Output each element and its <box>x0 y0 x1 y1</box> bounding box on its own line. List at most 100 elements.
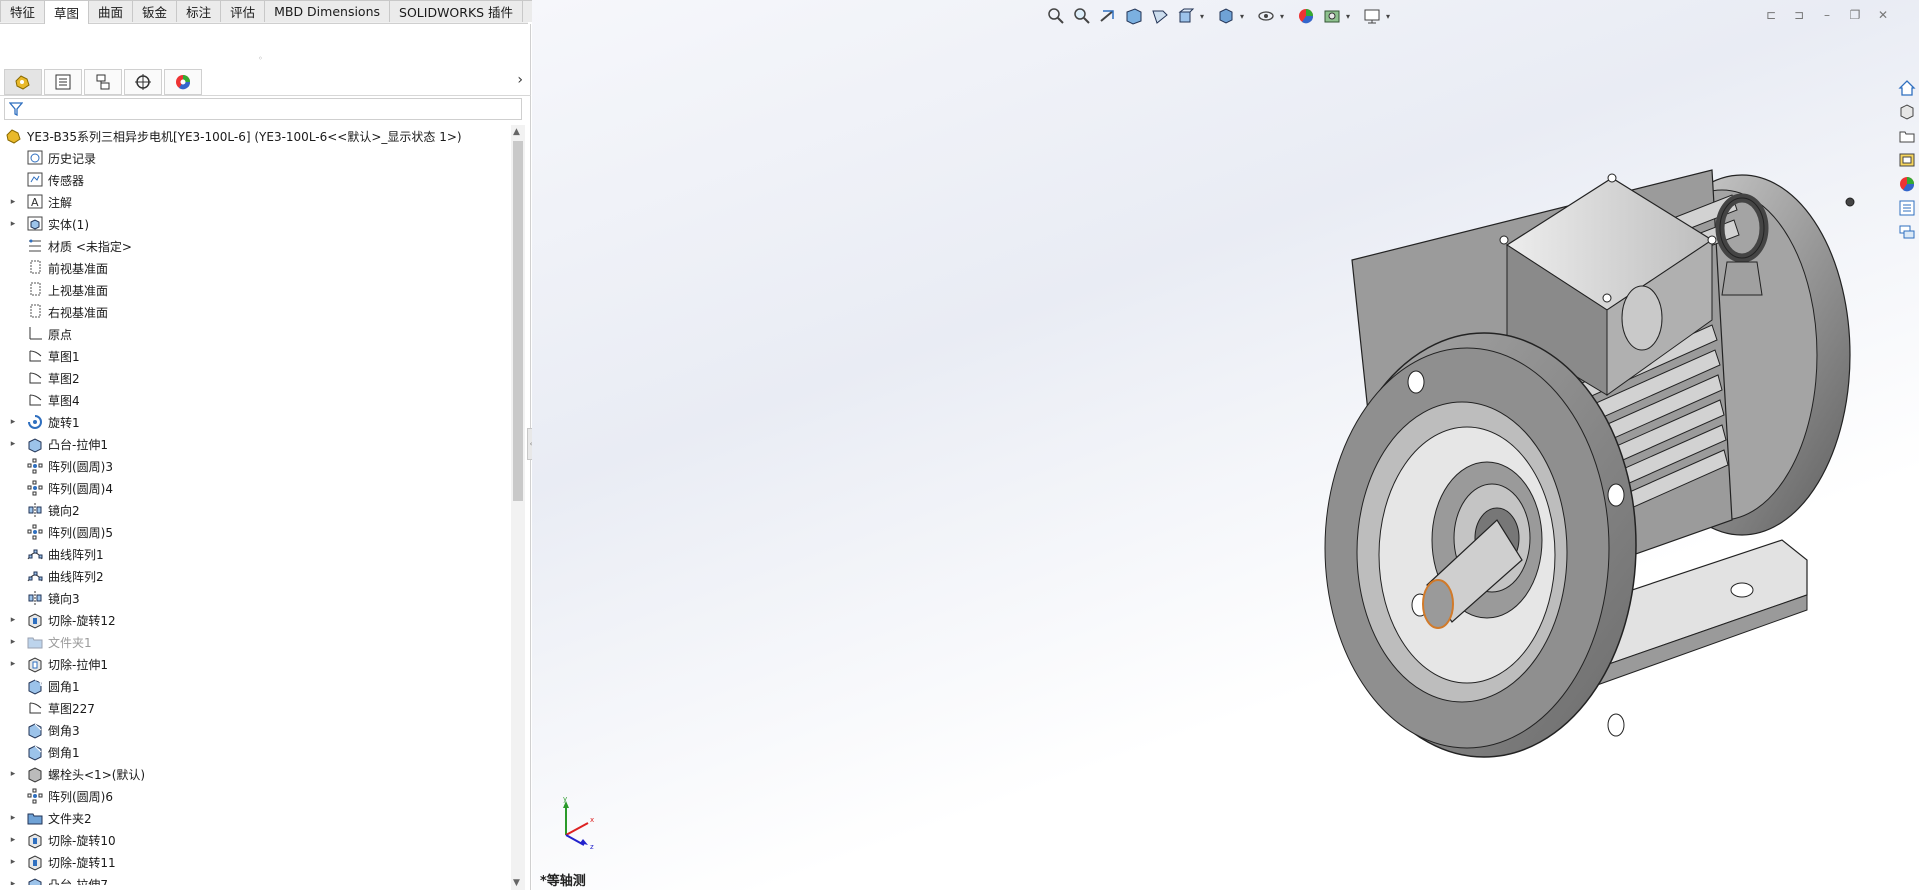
tree-item[interactable]: 阵列(圆周)6 <box>0 785 512 807</box>
tree-item[interactable]: ▸ 文件夹2 <box>0 807 512 829</box>
expand-arrow-icon[interactable]: ▸ <box>6 879 20 885</box>
design-library-icon[interactable] <box>1895 100 1919 124</box>
configuration-manager-tab[interactable] <box>84 68 122 95</box>
chevron-down-icon[interactable]: ▾ <box>1200 12 1208 21</box>
tree-item[interactable]: ▸ 切除-旋转11 <box>0 851 512 873</box>
edit-appearance-icon[interactable] <box>1294 5 1318 27</box>
tree-item[interactable]: 阵列(圆周)3 <box>0 455 512 477</box>
tile-right-icon[interactable]: ⊐ <box>1785 6 1813 24</box>
command-tab[interactable]: 评估 <box>220 0 266 22</box>
scroll-up-icon[interactable]: ▲ <box>513 127 520 137</box>
expand-arrow-icon[interactable]: ▸ <box>6 197 20 207</box>
restore-icon[interactable]: ❐ <box>1841 6 1869 24</box>
section-view-icon[interactable] <box>1122 5 1146 27</box>
tree-item[interactable]: 上视基准面 <box>0 279 512 301</box>
forum-icon[interactable] <box>1895 220 1919 244</box>
expand-arrow-icon[interactable]: ▸ <box>6 637 20 647</box>
expand-arrow-icon[interactable]: ▸ <box>6 769 20 779</box>
tree-item[interactable]: ▸ 文件夹1 <box>0 631 512 653</box>
triad-x-label: x <box>590 816 594 824</box>
custom-properties-icon[interactable] <box>1895 196 1919 220</box>
property-manager-tab[interactable] <box>44 68 82 95</box>
command-tab[interactable]: 标注 <box>176 0 222 22</box>
command-tab[interactable]: 曲面 <box>88 0 134 22</box>
zoom-to-area-icon[interactable] <box>1070 5 1094 27</box>
tree-item[interactable]: 草图2 <box>0 367 512 389</box>
graphics-area[interactable]: ▾ ▾ ▾ ▾ ▾ ⊏ ⊐ – ❐ ✕ y x z *等轴测 <box>532 0 1919 890</box>
chevron-down-icon[interactable]: ▾ <box>1346 12 1354 21</box>
minimize-icon[interactable]: – <box>1813 6 1841 24</box>
tree-scrollbar[interactable]: ▲ ▼ <box>511 125 525 890</box>
feature-manager-icon <box>15 74 30 90</box>
scroll-down-icon[interactable]: ▼ <box>513 878 520 888</box>
command-tab[interactable]: MBD Dimensions <box>264 0 391 22</box>
command-tab[interactable]: 草图 <box>44 0 90 24</box>
tree-item[interactable]: 原点 <box>0 323 512 345</box>
tree-item[interactable]: 历史记录 <box>0 147 512 169</box>
command-tab[interactable]: 钣金 <box>132 0 178 22</box>
previous-view-icon[interactable] <box>1096 5 1120 27</box>
view-orientation-icon[interactable] <box>1174 5 1198 27</box>
home-icon[interactable] <box>1895 76 1919 100</box>
close-icon[interactable]: ✕ <box>1869 6 1897 24</box>
tree-root-part[interactable]: YE3-B35系列三相异步电机[YE3-100L-6] (YE3-100L-6<… <box>0 125 512 147</box>
apply-scene-icon[interactable] <box>1320 5 1344 27</box>
tree-item[interactable]: 曲线阵列2 <box>0 565 512 587</box>
zoom-to-fit-icon[interactable] <box>1044 5 1068 27</box>
display-manager-tab[interactable] <box>164 68 202 95</box>
dimxpert-manager-tab[interactable] <box>124 68 162 95</box>
expand-arrow-icon[interactable]: ▸ <box>6 219 20 229</box>
chevron-down-icon[interactable]: ▾ <box>1280 12 1288 21</box>
feature-manager-tab[interactable] <box>4 68 42 95</box>
chevron-right-icon[interactable]: › <box>517 72 523 88</box>
tree-item[interactable]: 镜向3 <box>0 587 512 609</box>
tree-item[interactable]: ▸ 切除-拉伸1 <box>0 653 512 675</box>
tree-item[interactable]: ▸ 旋转1 <box>0 411 512 433</box>
motor-model[interactable] <box>532 0 1919 890</box>
view-palette-icon[interactable] <box>1895 148 1919 172</box>
tree-item[interactable]: 材质 <未指定> <box>0 235 512 257</box>
tree-item[interactable]: 曲线阵列1 <box>0 543 512 565</box>
tree-item[interactable]: ▸ 切除-旋转12 <box>0 609 512 631</box>
scroll-thumb[interactable] <box>513 141 523 501</box>
tree-item[interactable]: 圆角1 <box>0 675 512 697</box>
tree-filter-field[interactable] <box>4 98 522 120</box>
tree-item[interactable]: ▸ 凸台-拉伸1 <box>0 433 512 455</box>
view-settings-icon[interactable] <box>1360 5 1384 27</box>
expand-arrow-icon[interactable]: ▸ <box>6 813 20 823</box>
tree-item[interactable]: 前视基准面 <box>0 257 512 279</box>
appearances-icon[interactable] <box>1895 172 1919 196</box>
tree-item[interactable]: 倒角1 <box>0 741 512 763</box>
tree-item[interactable]: ▸ 凸台-拉伸7 <box>0 873 512 885</box>
tree-item[interactable]: 右视基准面 <box>0 301 512 323</box>
dynamic-annotation-icon[interactable] <box>1148 5 1172 27</box>
display-style-icon[interactable] <box>1214 5 1238 27</box>
collapse-handle-icon[interactable]: ◦ <box>258 54 268 63</box>
shaft-end-selected[interactable] <box>1422 579 1454 629</box>
tree-item[interactable]: ▸ 螺栓头<1>(默认) <box>0 763 512 785</box>
file-explorer-icon[interactable] <box>1895 124 1919 148</box>
command-tab[interactable]: SOLIDWORKS 插件 <box>389 0 524 22</box>
chevron-down-icon[interactable]: ▾ <box>1386 12 1394 21</box>
tree-item[interactable]: 阵列(圆周)5 <box>0 521 512 543</box>
tree-item[interactable]: 草图4 <box>0 389 512 411</box>
expand-arrow-icon[interactable]: ▸ <box>6 659 20 669</box>
chevron-down-icon[interactable]: ▾ <box>1240 12 1248 21</box>
tile-left-icon[interactable]: ⊏ <box>1757 6 1785 24</box>
hide-show-items-icon[interactable] <box>1254 5 1278 27</box>
tree-item[interactable]: ▸ A 注解 <box>0 191 512 213</box>
tree-item[interactable]: 镜向2 <box>0 499 512 521</box>
expand-arrow-icon[interactable]: ▸ <box>6 439 20 449</box>
tree-item[interactable]: 草图1 <box>0 345 512 367</box>
tree-item[interactable]: ▸ 实体(1) <box>0 213 512 235</box>
tree-item[interactable]: ▸ 切除-旋转10 <box>0 829 512 851</box>
expand-arrow-icon[interactable]: ▸ <box>6 615 20 625</box>
tree-item[interactable]: 传感器 <box>0 169 512 191</box>
expand-arrow-icon[interactable]: ▸ <box>6 417 20 427</box>
tree-item[interactable]: 草图227 <box>0 697 512 719</box>
command-tab[interactable]: 特征 <box>0 0 46 22</box>
tree-item[interactable]: 阵列(圆周)4 <box>0 477 512 499</box>
tree-item[interactable]: 倒角3 <box>0 719 512 741</box>
expand-arrow-icon[interactable]: ▸ <box>6 835 20 845</box>
expand-arrow-icon[interactable]: ▸ <box>6 857 20 867</box>
